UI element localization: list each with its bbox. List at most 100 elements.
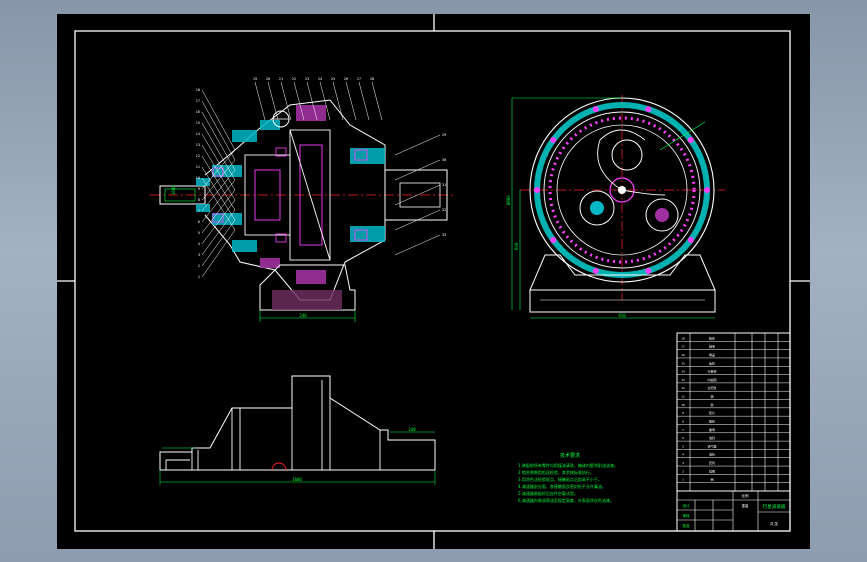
bom-index: 8 [682,419,684,423]
bolt-hole [592,267,599,274]
bom-index: 4 [682,453,684,457]
notes-line-3: 3.用涂色法检验斑点，接触斑点沿齿高不小于。 [518,476,602,482]
part-number: 13 [196,143,200,147]
bom-part-name: 太阳轮 [707,385,716,390]
side-dim-diameter: Ø880 [506,195,511,205]
title-cell-review: 审核 [683,513,691,518]
bom-index: 6 [682,436,684,440]
part-number: 33 [442,233,446,237]
side-dim-height: 600 [514,242,519,250]
bolt-hole [687,137,694,144]
part-number: 14 [196,132,200,136]
notes-line-1: 1.装配前所有零件均用煤油清洗，箱体内壁涂耐油油漆。 [518,462,618,468]
title-cell-scale: 比例 [742,493,750,498]
bolt-hole [592,106,599,113]
title-cell-approve: 批准 [683,523,691,528]
bom-index: 9 [682,411,684,415]
bom-part-name: 销 [710,477,713,482]
part-number: 5 [198,231,200,235]
part-number: 18 [196,88,200,92]
part-number: 16 [196,110,200,114]
bom-part-name: 套筒 [709,460,715,465]
bom-index: 16 [681,353,685,357]
part-number: 7 [198,209,200,213]
part-number: 6 [198,220,200,224]
part-number: 20 [266,77,270,81]
bolt-hole [550,236,557,243]
part-number: 1 [198,275,200,279]
part-number: 12 [196,154,200,158]
bom-index: 2 [682,469,684,473]
base-dim-width: 240 [408,427,416,432]
part-number: 24 [318,77,322,81]
bolt-hole [645,106,652,113]
title-cell-sheets: 共 张 [770,521,779,526]
bom-part-name: 键 [710,402,713,407]
notes-line-2: 2.啮合侧隙用铅丝检验，其余按标准执行。 [518,469,594,475]
bom-part-name: 端盖 [709,352,715,357]
part-number: 10 [196,176,200,180]
bom-index: 11 [681,395,685,399]
part-number: 21 [279,77,283,81]
bolt-hole [550,137,557,144]
part-number: 29 [442,133,446,137]
part-number: 30 [442,158,446,162]
bom-part-name: 轴承 [709,344,715,349]
title-cell-design: 设计 [683,503,691,508]
bom-index: 5 [682,444,684,448]
part-number: 25 [331,77,335,81]
part-number: 32 [442,208,446,212]
notes-line-6: 6.减速器内装润滑油至规定高度，外表面涂灰色油漆。 [518,497,614,503]
bom-index: 17 [681,345,685,349]
front-dim-width: 240 [299,313,307,318]
bom-index: 7 [682,428,684,432]
bom-part-name: 垫片 [709,410,715,415]
bolt-hole [704,187,710,193]
bom-index: 12 [681,386,685,390]
part-number: 19 [253,77,257,81]
base-dim-length: 1680 [292,477,302,482]
part-number: 26 [344,77,348,81]
bom-part-name: 行星架 [707,369,716,374]
bom-index: 3 [682,461,684,465]
part-number: 27 [357,77,361,81]
bom-index: 15 [681,361,685,365]
part-number: 15 [196,121,200,125]
bom-part-name: 挡圈 [709,468,715,473]
part-number: 3 [198,253,200,257]
front-dim-length: 1680 [171,185,176,195]
bom-part-name: 螺栓 [709,418,715,423]
bom-part-name: 轴 [710,394,713,399]
bom-part-name: 油封 [709,435,715,440]
part-number: 23 [305,77,309,81]
cad-drawing-viewport: 240 18171615141312111098765432119 20 21 22 2… [57,14,810,549]
bom-index: 18 [681,336,685,340]
part-number: 2 [198,264,200,268]
part-number: 4 [198,242,200,246]
bolt-hole [534,187,540,193]
part-number: 8 [198,198,200,202]
part-number: 28 [370,77,374,81]
part-number: 17 [196,99,200,103]
notes-line-5: 5.减速器装配好后应作空载试验。 [518,490,578,496]
bom-index: 14 [681,370,685,374]
bolt-hole [645,267,652,274]
bom-part-name: 箱体 [709,335,715,340]
bom-index: 1 [682,478,684,482]
part-number: 9 [198,187,200,191]
title-cell-weight: 重量 [742,503,750,508]
bom-part-name: 齿轮 [709,360,715,365]
title-text: 行星减速器 [763,503,786,510]
part-number: 11 [196,165,200,169]
bom-index: 10 [681,403,685,407]
bom-part-name: 通气器 [707,443,716,448]
drawing-area [57,14,810,549]
bom-part-name: 螺母 [709,427,715,432]
part-number: 22 [292,77,296,81]
bom-part-name: 内齿圈 [707,377,716,382]
notes-title: 技术要求 [560,452,580,459]
bolt-hole [687,236,694,243]
bom-part-name: 油标 [709,452,715,457]
side-dim-width: 910 [618,313,626,318]
bom-index: 13 [681,378,685,382]
